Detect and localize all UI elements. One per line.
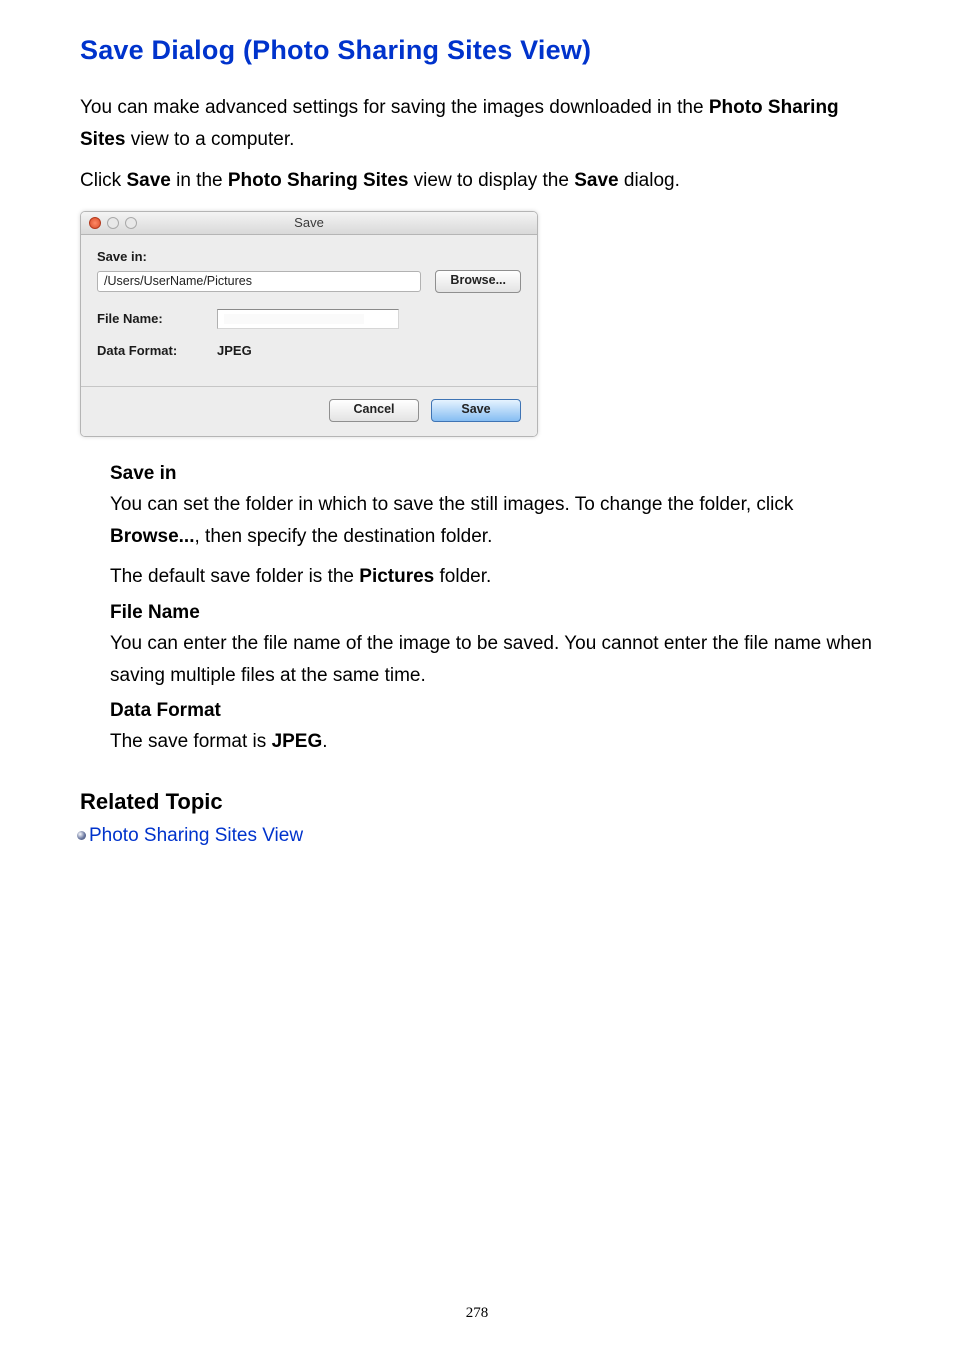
cancel-button[interactable]: Cancel [329, 399, 419, 422]
text: view to a computer. [125, 129, 294, 150]
page-title: Save Dialog (Photo Sharing Sites View) [80, 35, 874, 66]
file-name-input[interactable] [217, 309, 399, 329]
definitions: Save in You can set the folder in which … [110, 463, 874, 759]
text: The save format is [110, 731, 272, 752]
def-term-data-format: Data Format [110, 700, 874, 722]
browse-button[interactable]: Browse... [435, 270, 521, 293]
text: You can make advanced settings for savin… [80, 97, 709, 118]
text: Click [80, 170, 126, 191]
dialog-title: Save [81, 215, 537, 230]
text: in the [171, 170, 228, 191]
term-pictures: Pictures [359, 566, 434, 587]
text: The default save folder is the [110, 566, 359, 587]
term-browse: Browse... [110, 526, 194, 547]
bullet-icon [77, 831, 86, 840]
data-format-value: JPEG [217, 343, 252, 358]
page-number: 278 [0, 1305, 954, 1322]
dialog-footer: Cancel Save [97, 399, 521, 426]
def-desc-data-format: The save format is JPEG. [110, 726, 874, 758]
file-name-label: File Name: [97, 311, 217, 326]
def-term-file-name: File Name [110, 602, 874, 624]
related-topic-heading: Related Topic [80, 789, 874, 815]
save-in-label: Save in: [97, 249, 521, 264]
separator [81, 386, 537, 387]
save-in-path[interactable]: /Users/UserName/Pictures [97, 271, 421, 292]
data-format-label: Data Format: [97, 343, 217, 358]
related-link-photo-sharing-sites-view[interactable]: Photo Sharing Sites View [89, 825, 303, 847]
text: , then specify the destination folder. [194, 526, 492, 547]
zoom-icon[interactable] [125, 217, 137, 229]
related-link-row: Photo Sharing Sites View [77, 825, 874, 847]
term-photo-sharing-sites: Photo Sharing Sites [228, 170, 409, 191]
text: view to display the [408, 170, 574, 191]
intro-paragraph-2: Click Save in the Photo Sharing Sites vi… [80, 165, 874, 197]
def-desc-save-in-1: You can set the folder in which to save … [110, 489, 874, 554]
term-save: Save [126, 170, 170, 191]
save-button[interactable]: Save [431, 399, 521, 422]
text: . [322, 731, 327, 752]
intro-paragraph-1: You can make advanced settings for savin… [80, 92, 874, 157]
def-term-save-in: Save in [110, 463, 874, 485]
term-save: Save [574, 170, 618, 191]
minimize-icon[interactable] [107, 217, 119, 229]
close-icon[interactable] [89, 217, 101, 229]
text: dialog. [619, 170, 680, 191]
dialog-body: Save in: /Users/UserName/Pictures Browse… [81, 235, 537, 436]
def-desc-file-name: You can enter the file name of the image… [110, 628, 874, 693]
term-jpeg: JPEG [272, 731, 323, 752]
dialog-titlebar: Save [81, 212, 537, 235]
save-dialog: Save Save in: /Users/UserName/Pictures B… [80, 211, 538, 437]
text: You can set the folder in which to save … [110, 494, 793, 515]
def-desc-save-in-2: The default save folder is the Pictures … [110, 561, 874, 593]
text: folder. [434, 566, 491, 587]
